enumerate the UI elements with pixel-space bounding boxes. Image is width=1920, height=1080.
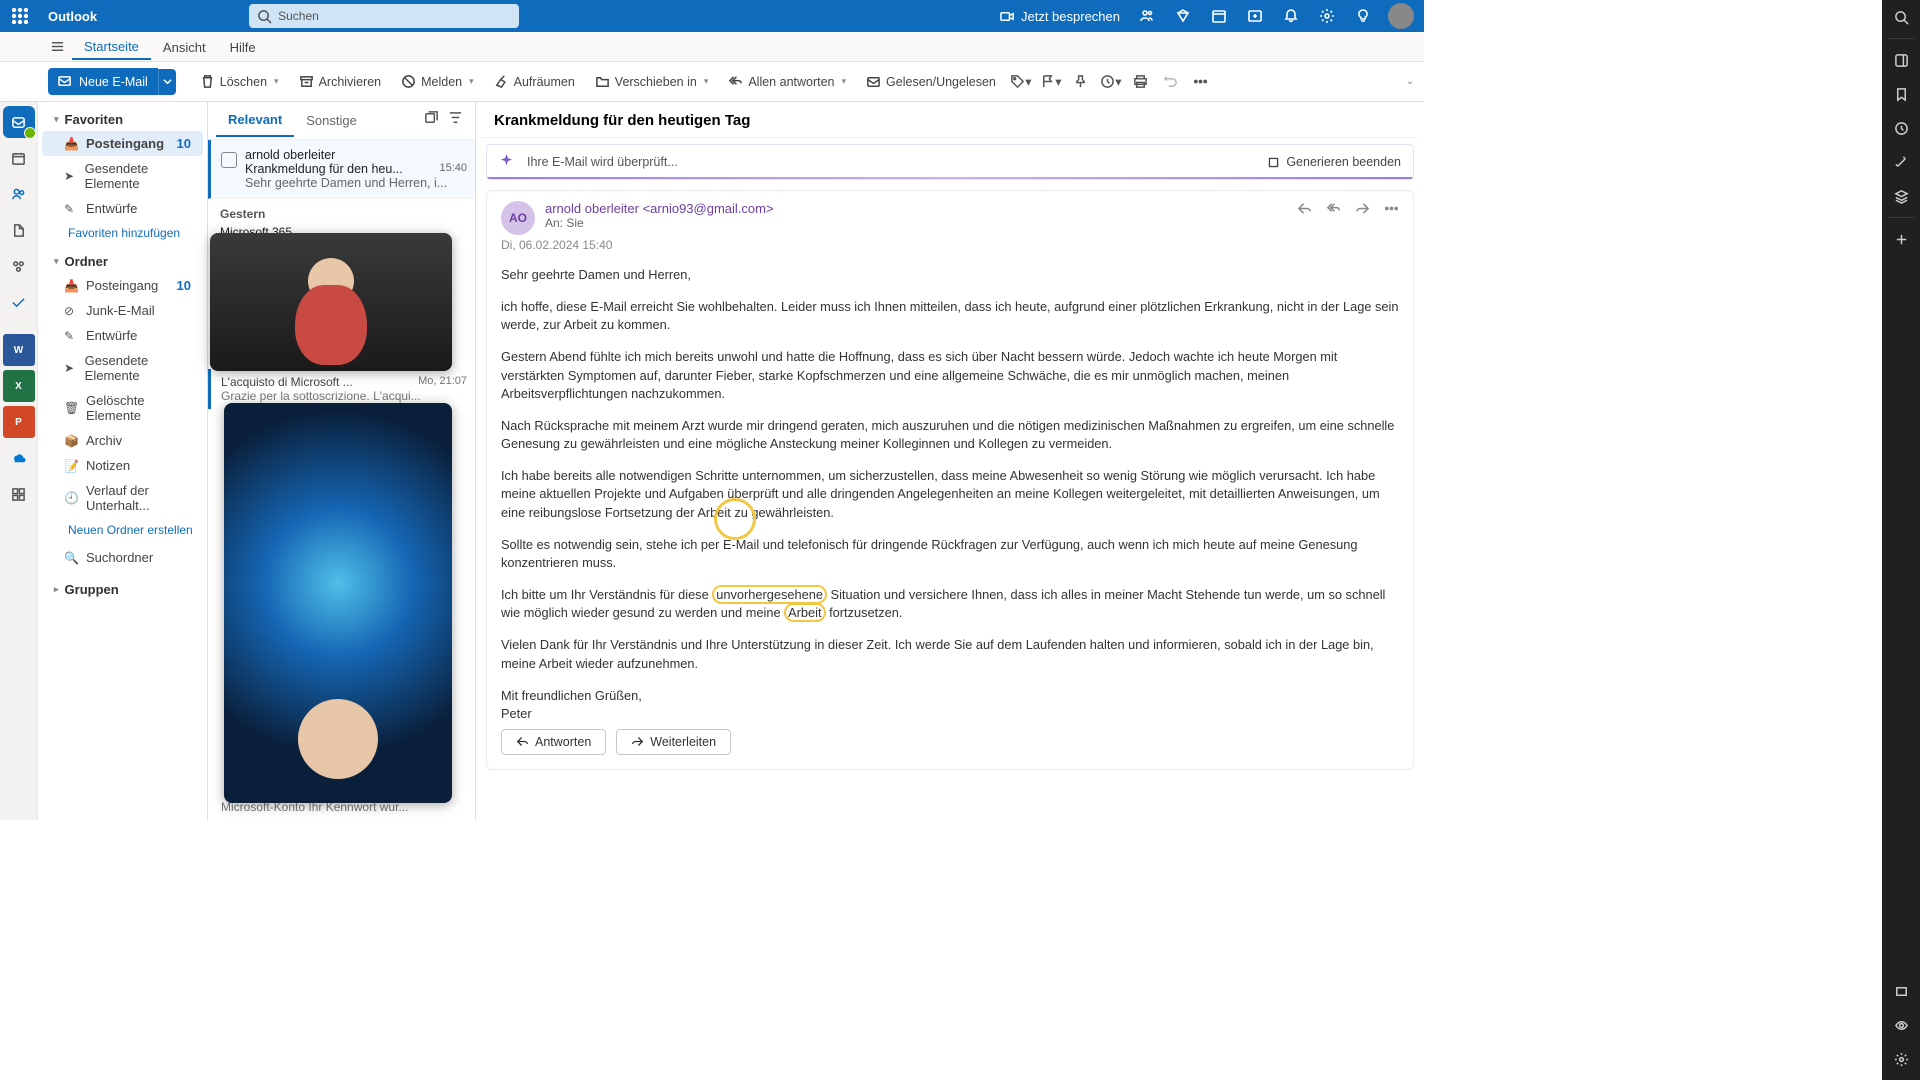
- message-checkbox[interactable]: [221, 152, 237, 168]
- message-item[interactable]: arnold oberleiter Krankmeldung für den h…: [208, 140, 475, 199]
- rail-todo-icon[interactable]: [3, 286, 35, 318]
- rail-powerpoint-icon[interactable]: P: [3, 406, 35, 438]
- more-actions-icon[interactable]: [1384, 201, 1399, 219]
- calendar-day-icon[interactable]: [1202, 0, 1236, 32]
- rail-word-icon[interactable]: W: [3, 334, 35, 366]
- tips-icon[interactable]: [1346, 0, 1380, 32]
- win-rect-icon[interactable]: [1882, 974, 1920, 1008]
- rail-mail-icon[interactable]: [3, 106, 35, 138]
- select-all-icon[interactable]: [419, 110, 443, 130]
- stop-generating-button[interactable]: Generieren beenden: [1267, 155, 1401, 169]
- video-overlay: [210, 233, 452, 371]
- folder-inbox[interactable]: 📥Posteingang10: [42, 131, 203, 156]
- report-button[interactable]: Melden▾: [391, 68, 484, 95]
- add-favorite-link[interactable]: Favoriten hinzufügen: [38, 221, 207, 248]
- delete-button[interactable]: Löschen▾: [190, 68, 289, 95]
- pin-icon[interactable]: [1066, 74, 1096, 89]
- sparkle-icon: [499, 153, 517, 171]
- rail-groups-icon[interactable]: [3, 250, 35, 282]
- folder-history[interactable]: 🕘Verlauf der Unterhalt...: [42, 478, 203, 518]
- new-folder-link[interactable]: Neuen Ordner erstellen: [38, 518, 207, 545]
- hamburger-icon[interactable]: [42, 35, 72, 59]
- tab-home[interactable]: Startseite: [72, 33, 151, 60]
- folder-search[interactable]: 🔍Suchordner: [42, 545, 203, 570]
- more-icon[interactable]: [1186, 74, 1216, 89]
- print-icon[interactable]: [1126, 74, 1156, 89]
- folder-junk[interactable]: ⊘Junk-E-Mail: [42, 298, 203, 323]
- win-layers-icon[interactable]: [1882, 179, 1920, 213]
- message-from: arnold oberleiter: [245, 148, 467, 162]
- folder-sent-2[interactable]: ➤Gesendete Elemente: [42, 348, 203, 388]
- flag-icon[interactable]: ▾: [1036, 74, 1066, 89]
- win-search-icon[interactable]: [1882, 0, 1920, 34]
- tab-other[interactable]: Sonstige: [294, 104, 369, 136]
- collapse-ribbon-icon[interactable]: ⌄: [1400, 76, 1418, 87]
- tab-view[interactable]: Ansicht: [151, 34, 218, 59]
- folder-drafts-2[interactable]: ✎Entwürfe: [42, 323, 203, 348]
- archive-button[interactable]: Archivieren: [289, 68, 392, 95]
- snooze-icon[interactable]: ▾: [1096, 74, 1126, 89]
- day-separator: Gestern: [208, 199, 475, 225]
- tab-help[interactable]: Hilfe: [218, 34, 268, 59]
- undo-icon[interactable]: [1156, 74, 1186, 89]
- folder-drafts[interactable]: ✎Entwürfe: [42, 196, 203, 221]
- sweep-button[interactable]: Aufräumen: [484, 68, 585, 95]
- video-overlay: [224, 403, 452, 803]
- rail-onedrive-icon[interactable]: [3, 442, 35, 474]
- sender-avatar: AO: [501, 201, 535, 235]
- rail-more-apps-icon[interactable]: [3, 478, 35, 510]
- win-clock-icon[interactable]: [1882, 111, 1920, 145]
- search-placeholder: Suchen: [278, 9, 319, 23]
- move-to-button[interactable]: Verschieben in▾: [585, 68, 719, 95]
- forward-button[interactable]: Weiterleiten: [616, 729, 731, 755]
- sender-name: arnold oberleiter <arnio93@gmail.com>: [545, 201, 1287, 216]
- folders-section[interactable]: ▾Ordner: [38, 248, 207, 273]
- new-mail-dropdown[interactable]: [158, 69, 176, 95]
- folder-sent[interactable]: ➤Gesendete Elemente: [42, 156, 203, 196]
- reply-button[interactable]: Antworten: [501, 729, 606, 755]
- app-launcher-icon[interactable]: [4, 0, 36, 32]
- tab-focused[interactable]: Relevant: [216, 103, 294, 137]
- reply-icon[interactable]: [1297, 201, 1312, 219]
- filter-icon[interactable]: [443, 110, 467, 130]
- notifications-icon[interactable]: [1274, 0, 1308, 32]
- win-wand-icon[interactable]: [1882, 145, 1920, 179]
- win-plus-icon[interactable]: [1882, 222, 1920, 256]
- groups-section[interactable]: ▸Gruppen: [38, 576, 207, 601]
- teams-icon[interactable]: [1130, 0, 1164, 32]
- new-tab-icon[interactable]: [1238, 0, 1272, 32]
- folder-inbox-2[interactable]: 📥Posteingang10: [42, 273, 203, 298]
- folder-notes[interactable]: 📝Notizen: [42, 453, 203, 478]
- rail-files-icon[interactable]: [3, 214, 35, 246]
- new-mail-button[interactable]: Neue E-Mail: [48, 68, 158, 95]
- rail-calendar-icon[interactable]: [3, 142, 35, 174]
- win-eye-icon[interactable]: [1882, 1008, 1920, 1042]
- win-bookmark-icon[interactable]: [1882, 77, 1920, 111]
- copilot-checking-banner: Ihre E-Mail wird überprüft... Generieren…: [486, 144, 1414, 180]
- folder-deleted[interactable]: 🗑Gelöschte Elemente: [42, 388, 203, 428]
- reply-all-icon[interactable]: [1326, 201, 1341, 219]
- message-subject: Krankmeldung für den heutigen Tag: [482, 102, 1418, 138]
- message-date: Di, 06.02.2024 15:40: [501, 238, 612, 252]
- meet-now-button[interactable]: Jetzt besprechen: [992, 9, 1128, 24]
- recipients: An: Sie: [545, 216, 1287, 230]
- win-panel-icon[interactable]: [1882, 43, 1920, 77]
- favorites-section[interactable]: ▾Favoriten: [38, 106, 207, 131]
- folder-archive[interactable]: 📦Archiv: [42, 428, 203, 453]
- rail-people-icon[interactable]: [3, 178, 35, 210]
- forward-icon[interactable]: [1355, 201, 1370, 219]
- message-body: Sehr geehrte Damen und Herren, ich hoffe…: [501, 266, 1399, 723]
- reply-all-button[interactable]: Allen antworten▾: [718, 68, 856, 95]
- win-gear-icon[interactable]: [1882, 1042, 1920, 1076]
- search-input[interactable]: Suchen: [249, 4, 519, 28]
- app-name: Outlook: [36, 9, 109, 24]
- rail-excel-icon[interactable]: X: [3, 370, 35, 402]
- account-avatar[interactable]: [1388, 3, 1414, 29]
- tag-icon[interactable]: ▾: [1006, 74, 1036, 89]
- settings-icon[interactable]: [1310, 0, 1344, 32]
- diamond-icon[interactable]: [1166, 0, 1200, 32]
- read-unread-button[interactable]: Gelesen/Ungelesen: [856, 68, 1006, 95]
